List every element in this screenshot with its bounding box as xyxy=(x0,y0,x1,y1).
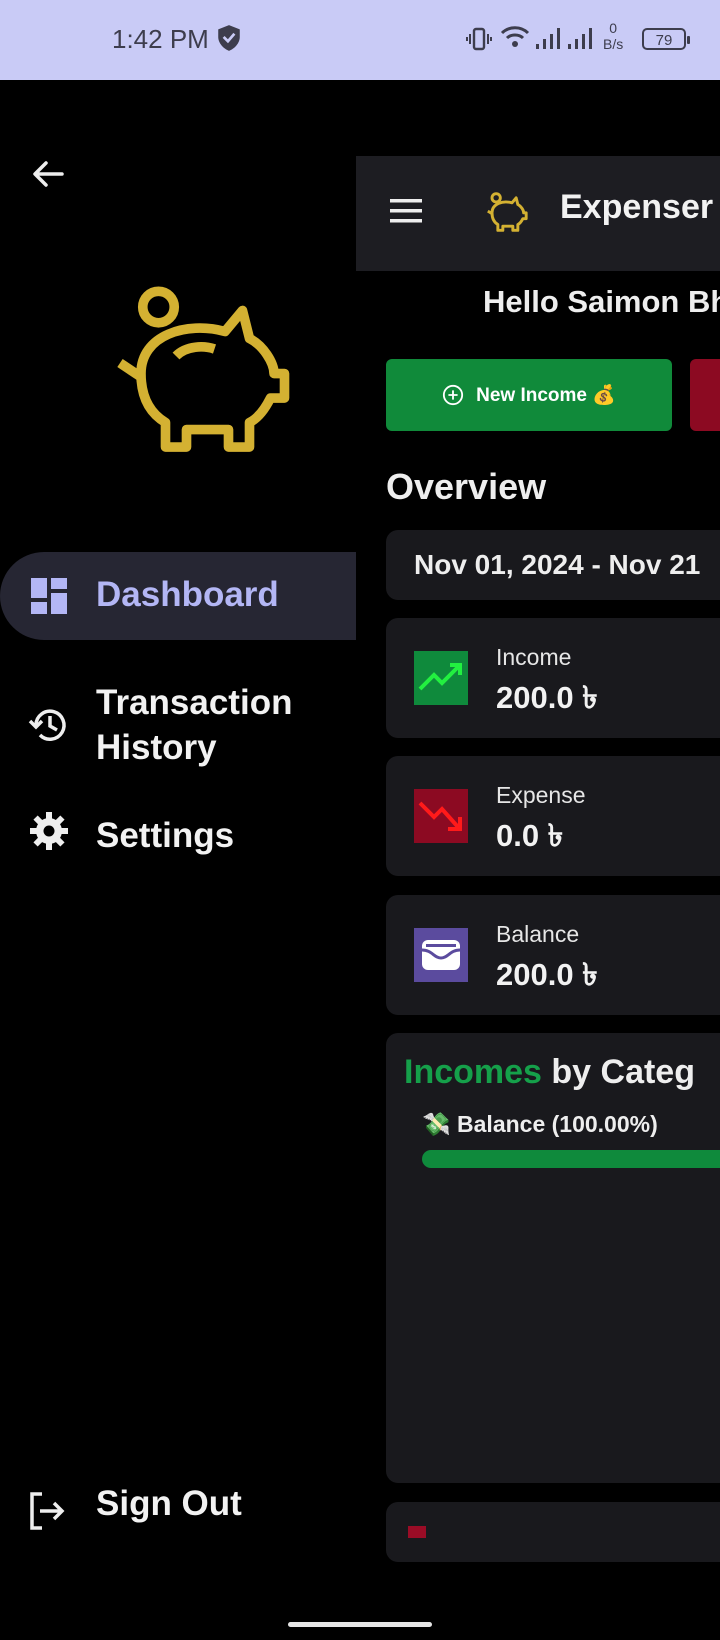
gear-icon xyxy=(30,812,68,850)
nav-label-dashboard: Dashboard xyxy=(96,575,279,614)
vibrate-icon xyxy=(466,27,492,51)
status-bar: 1:42 PM 0 B/s 79 xyxy=(0,0,720,80)
shield-icon xyxy=(218,25,240,51)
incomes-title-highlight: Incomes xyxy=(404,1053,542,1091)
category-item: 💸 Balance (100.00%) xyxy=(422,1111,658,1137)
income-value: 200.0 ৳ xyxy=(496,680,598,715)
network-speed-value: 0 xyxy=(609,20,618,36)
trending-up-icon xyxy=(414,651,468,705)
app-title: Expenser xyxy=(560,188,714,226)
sign-out-label: Sign Out xyxy=(96,1484,242,1523)
dashboard-icon xyxy=(31,578,67,614)
balance-value: 200.0 ৳ xyxy=(496,957,598,992)
greeting: Hello Saimon Bh xyxy=(483,284,720,319)
sign-out-button[interactable]: Sign Out xyxy=(0,1480,356,1540)
category-progress-bar xyxy=(422,1150,720,1168)
incomes-by-category-card: Incomes by Categ 💸 Balance (100.00%) xyxy=(386,1033,720,1483)
network-speed: 0 B/s xyxy=(603,20,623,52)
wifi-icon xyxy=(500,26,530,47)
battery-indicator: 79 xyxy=(642,28,690,50)
logout-icon xyxy=(30,1492,65,1530)
nav-item-transaction-history[interactable]: Transaction History xyxy=(0,670,356,780)
expense-label: Expense xyxy=(496,782,586,808)
expenses-title-fragment xyxy=(408,1526,426,1538)
piggy-bank-icon xyxy=(117,286,290,452)
income-card: Income 200.0 ৳ xyxy=(386,618,720,738)
navigation-drawer: Dashboard Transaction History Settings S… xyxy=(0,80,356,1640)
overview-title: Overview xyxy=(386,466,547,507)
app-bar: Expenser xyxy=(356,156,720,271)
incomes-title-rest: by Categ xyxy=(541,1053,695,1091)
trending-down-icon xyxy=(414,789,468,843)
date-range-picker[interactable]: Nov 01, 2024 - Nov 21 xyxy=(386,530,720,600)
network-speed-unit: B/s xyxy=(603,36,624,52)
nav-label-transaction-history: Transaction History xyxy=(96,683,293,767)
nav-item-settings[interactable]: Settings xyxy=(0,802,356,872)
signal-icon xyxy=(536,28,560,49)
new-income-label: New Income 💰 xyxy=(476,385,616,406)
balance-label: Balance xyxy=(496,921,580,947)
dashboard-content: Expenser Hello Saimon Bh New Income 💰 Ov… xyxy=(356,80,720,1640)
back-arrow-icon[interactable] xyxy=(28,154,68,194)
history-icon xyxy=(28,709,66,741)
signal-icon-2 xyxy=(568,28,592,49)
menu-icon[interactable] xyxy=(388,196,424,226)
wallet-icon xyxy=(414,928,468,982)
nav-label-settings: Settings xyxy=(96,816,235,855)
nav-item-dashboard[interactable]: Dashboard xyxy=(0,552,356,640)
income-label: Income xyxy=(496,644,572,670)
expense-card: Expense 0.0 ৳ xyxy=(386,756,720,876)
add-circle-icon xyxy=(443,384,464,406)
piggy-bank-icon xyxy=(487,192,528,232)
expenses-by-category-card xyxy=(386,1502,720,1562)
balance-card: Balance 200.0 ৳ xyxy=(386,895,720,1015)
expense-value: 0.0 ৳ xyxy=(496,818,564,853)
home-indicator[interactable] xyxy=(288,1622,432,1627)
status-time: 1:42 PM xyxy=(112,24,209,54)
incomes-card-title: Incomes by Categ xyxy=(404,1053,695,1092)
new-expense-button[interactable] xyxy=(690,359,720,431)
new-income-button[interactable]: New Income 💰 xyxy=(386,359,672,431)
